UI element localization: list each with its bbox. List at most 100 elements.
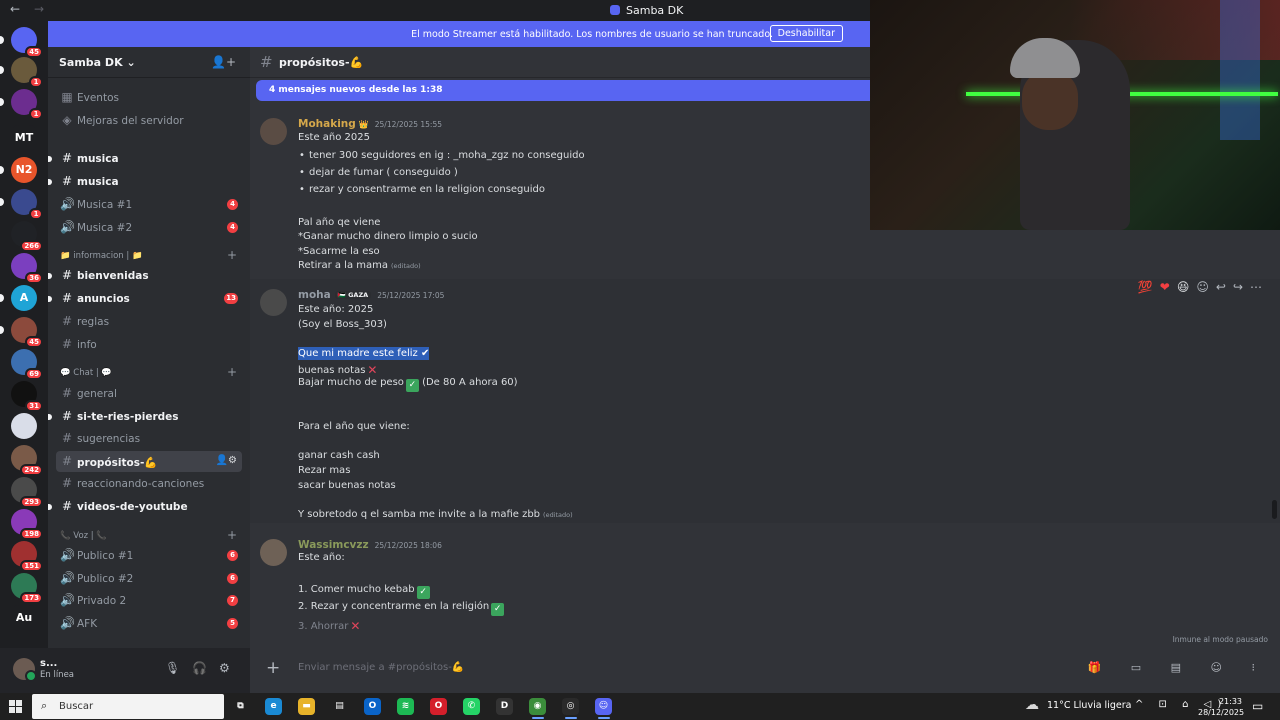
server-icon[interactable]: MT bbox=[11, 125, 37, 151]
server-icon[interactable]: 266 bbox=[11, 221, 43, 252]
explorer-app-icon[interactable]: ▬ bbox=[298, 698, 315, 715]
add-reaction-icon[interactable]: ☺ bbox=[1196, 280, 1209, 294]
message-avatar[interactable] bbox=[260, 289, 287, 316]
add-attachment-icon[interactable]: + bbox=[266, 658, 280, 678]
windows-start-icon[interactable] bbox=[9, 700, 22, 713]
server-icon[interactable]: 45 bbox=[0, 317, 43, 348]
crown-icon: 👑 bbox=[358, 120, 369, 129]
server-icon[interactable]: 1 bbox=[0, 89, 43, 120]
server-icon[interactable]: 173 bbox=[11, 573, 43, 604]
channel-item[interactable]: 🔊 Musica #2 4 bbox=[56, 217, 242, 238]
opera-app-icon[interactable]: O bbox=[430, 698, 447, 715]
channel-item[interactable]: # propósitos-💪 👤⚙ bbox=[56, 450, 242, 472]
channel-item[interactable]: 🔊 Publico #2 6 bbox=[56, 568, 242, 589]
chrome-app-icon[interactable]: ◉ bbox=[529, 698, 546, 715]
channel-label: sugerencias bbox=[77, 433, 141, 446]
clock-date: 28/12/2025 bbox=[1198, 708, 1245, 717]
text-channel-icon: # bbox=[61, 337, 73, 351]
forward-icon[interactable]: ↪ bbox=[1233, 280, 1243, 294]
server-icon[interactable]: 198 bbox=[11, 509, 43, 540]
invite-people-icon[interactable]: 👤+ bbox=[211, 55, 236, 69]
sidebar-top-item[interactable]: ◈ Mejoras del servidor bbox=[56, 110, 242, 131]
edge-app-icon[interactable]: e bbox=[265, 698, 282, 715]
whatsapp-app-icon[interactable]: ✆ bbox=[463, 698, 480, 715]
sidebar-top-item[interactable]: ▦ Eventos bbox=[56, 87, 242, 108]
server-icon[interactable]: 36 bbox=[11, 253, 43, 284]
server-icon[interactable]: A bbox=[0, 285, 37, 311]
scrollbar[interactable] bbox=[1272, 500, 1277, 519]
server-icon[interactable] bbox=[11, 413, 37, 439]
channel-item[interactable]: # si-te-ries-pierdes bbox=[48, 406, 242, 427]
channel-item[interactable]: # videos-de-youtube bbox=[48, 496, 242, 517]
add-channel-icon[interactable]: + bbox=[227, 365, 237, 379]
category-header[interactable]: 📞 Voz | 📞 bbox=[60, 531, 107, 541]
channel-item[interactable]: # reglas bbox=[56, 311, 242, 332]
hundred-emoji-icon[interactable]: 💯 bbox=[1138, 280, 1153, 294]
microphone-icon[interactable]: 🎙 bbox=[165, 661, 180, 675]
message-avatar[interactable] bbox=[260, 539, 287, 566]
reply-icon[interactable]: ↩ bbox=[1216, 280, 1226, 294]
category-header[interactable]: 📁 informacion | 📁 bbox=[60, 251, 143, 261]
taskbar-search[interactable]: ⌕ Buscar bbox=[32, 694, 224, 719]
clock[interactable]: 21:33 28/12/2025 bbox=[1198, 696, 1245, 718]
server-icon[interactable]: 1 bbox=[0, 57, 43, 88]
channel-item[interactable]: # musica bbox=[48, 171, 242, 192]
author-name[interactable]: moha bbox=[298, 289, 331, 301]
new-messages-bar[interactable]: 4 mensajes nuevos desde las 1:38 bbox=[256, 80, 870, 101]
channel-item[interactable]: # general bbox=[56, 383, 242, 404]
author-name[interactable]: Wassimcvzz bbox=[298, 539, 369, 551]
browser-app-icon[interactable]: ◎ bbox=[562, 698, 579, 715]
store-app-icon[interactable]: ▤ bbox=[331, 698, 348, 715]
notifications-icon[interactable]: ▭ bbox=[1252, 699, 1263, 713]
server-icon[interactable]: Au bbox=[11, 605, 37, 631]
server-icon[interactable]: 31 bbox=[11, 381, 43, 412]
channel-item[interactable]: # sugerencias bbox=[56, 428, 242, 449]
headset-icon[interactable]: 🎧 bbox=[192, 661, 207, 675]
discord-app-icon[interactable]: ☺ bbox=[595, 698, 612, 715]
channel-item[interactable]: # info bbox=[56, 334, 242, 355]
message-avatar[interactable] bbox=[260, 118, 287, 145]
message-line: dejar de fumar ( conseguido ) bbox=[299, 167, 458, 178]
laugh-emoji-icon[interactable]: 😆 bbox=[1177, 280, 1190, 294]
channel-item[interactable]: 🔊 AFK 5 bbox=[56, 613, 242, 634]
dark-app-app-icon[interactable]: D bbox=[496, 698, 513, 715]
composer-icons[interactable]: 🎁 ▭ ▤ ☺ ⁝ bbox=[1088, 661, 1268, 674]
channel-count-badge: 6 bbox=[227, 572, 238, 584]
heart-emoji-icon[interactable]: ❤ bbox=[1160, 280, 1170, 294]
server-icon[interactable]: 45 bbox=[0, 27, 43, 58]
forward-arrow-icon[interactable]: → bbox=[34, 2, 44, 16]
back-arrow-icon[interactable]: ← bbox=[10, 2, 20, 16]
weather-widget[interactable]: 11°C Lluvia ligera bbox=[1025, 697, 1132, 713]
mention-badge: 242 bbox=[20, 464, 43, 476]
server-icon[interactable]: 293 bbox=[11, 477, 43, 508]
server-icon[interactable]: 242 bbox=[11, 445, 43, 476]
mention-badge: 45 bbox=[25, 46, 43, 58]
add-channel-icon[interactable]: + bbox=[227, 248, 237, 262]
channel-item[interactable]: # bienvenidas bbox=[48, 265, 242, 286]
channel-item[interactable]: 🔊 Musica #1 4 bbox=[56, 194, 242, 215]
channel-item[interactable]: # musica bbox=[48, 148, 242, 169]
message-text: rezar y consentrarme en la religion cons… bbox=[309, 184, 545, 195]
server-icon[interactable]: 69 bbox=[11, 349, 43, 380]
server-icon[interactable]: N2 bbox=[0, 157, 37, 183]
server-header[interactable]: Samba DK ⌄ 👤+ bbox=[48, 47, 250, 78]
avatar[interactable] bbox=[13, 658, 37, 682]
channel-item[interactable]: 🔊 Publico #1 6 bbox=[56, 545, 242, 566]
message-input[interactable]: Enviar mensaje a #propósitos-💪 bbox=[298, 662, 464, 673]
server-icon[interactable]: 151 bbox=[11, 541, 43, 572]
channel-item[interactable]: # anuncios 13 bbox=[48, 288, 242, 309]
category-header[interactable]: 💬 Chat | 💬 bbox=[60, 368, 112, 378]
outlook-app-icon[interactable]: O bbox=[364, 698, 381, 715]
channel-settings-icon[interactable]: 👤⚙ bbox=[216, 455, 237, 466]
message-line: Para el año que viene: bbox=[298, 421, 410, 432]
author-name[interactable]: Mohaking bbox=[298, 118, 356, 130]
more-icon[interactable]: ⋯ bbox=[1250, 280, 1262, 294]
server-icon[interactable]: 1 bbox=[0, 189, 43, 220]
disable-streamer-button[interactable]: Deshabilitar bbox=[769, 25, 843, 42]
channel-item[interactable]: 🔊 Privado 2 7 bbox=[56, 590, 242, 611]
channel-item[interactable]: # reaccionando-canciones bbox=[56, 473, 242, 494]
add-channel-icon[interactable]: + bbox=[227, 528, 237, 542]
user-settings-icon[interactable]: ⚙ bbox=[219, 661, 230, 675]
taskview-app-icon[interactable]: ⧉ bbox=[232, 698, 249, 715]
spotify-app-icon[interactable]: ≋ bbox=[397, 698, 414, 715]
